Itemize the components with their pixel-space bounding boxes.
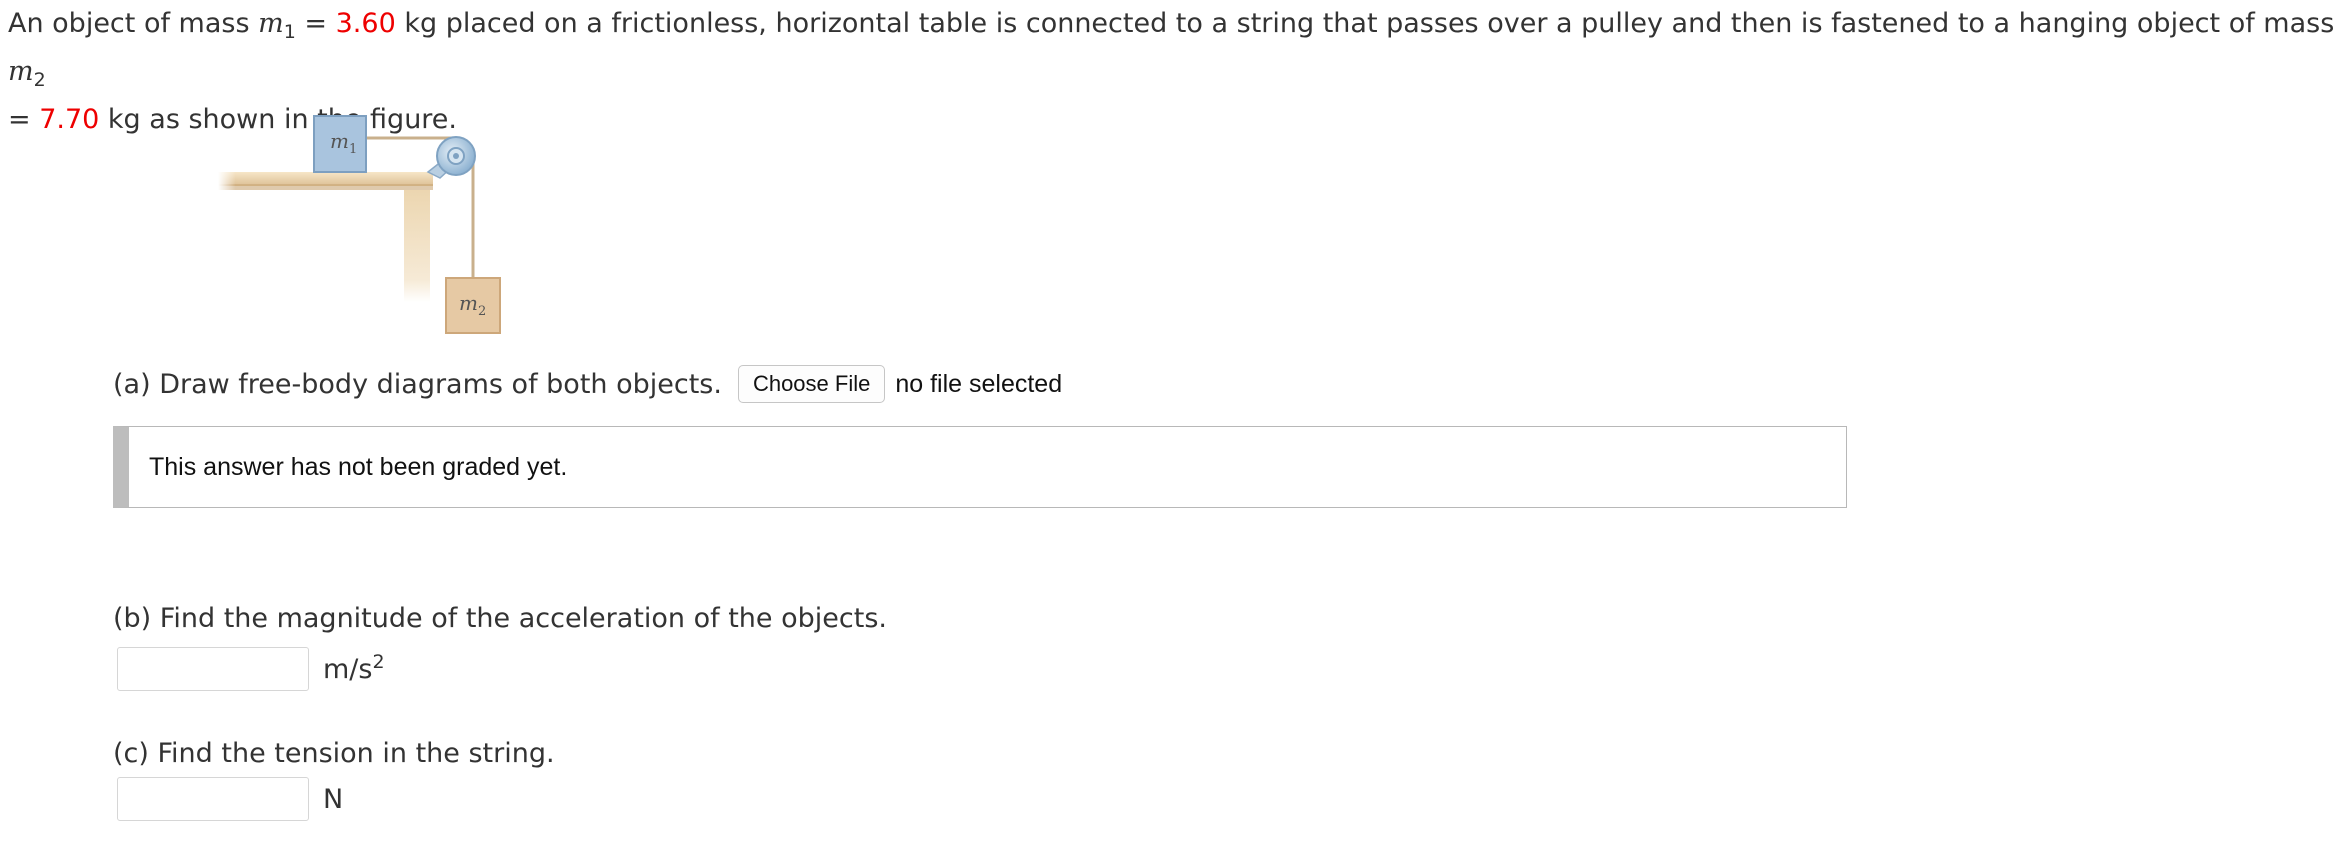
m2-symbol: m2 <box>8 56 46 91</box>
grading-status-box: This answer has not been graded yet. <box>113 426 1847 508</box>
table-leg <box>404 190 430 302</box>
file-status: no file selected <box>895 369 1063 398</box>
choose-file-button[interactable]: Choose File <box>737 365 886 403</box>
problem-intro-text: An object of mass <box>8 8 259 39</box>
m1-symbol: m1 <box>258 8 296 43</box>
acceleration-input[interactable] <box>117 647 309 691</box>
part-a-prompt: (a) Draw free-body diagrams of both obje… <box>113 368 722 400</box>
equals-sign-2: = <box>8 104 40 135</box>
part-b-prompt: (b) Find the magnitude of the accelerati… <box>113 603 887 634</box>
pulley-figure: m1 m2 <box>218 110 518 344</box>
tension-input[interactable] <box>117 777 309 821</box>
part-a-row: (a) Draw free-body diagrams of both obje… <box>113 364 1062 404</box>
part-b-answer-row: m/s2 <box>117 647 385 691</box>
part-c-prompt: (c) Find the tension in the string. <box>113 738 555 769</box>
problem-middle-text: kg placed on a frictionless, horizontal … <box>395 8 2335 39</box>
pulley-diagram: m1 m2 <box>218 115 501 334</box>
equals-sign: = <box>295 8 336 39</box>
graded-message: This answer has not been graded yet. <box>149 452 568 481</box>
tension-unit: N <box>323 783 344 815</box>
part-c-answer-row: N <box>117 777 343 821</box>
m1-value: 3.60 <box>335 8 396 39</box>
m2-value: 7.70 <box>39 104 100 135</box>
acceleration-unit: m/s2 <box>323 650 385 685</box>
